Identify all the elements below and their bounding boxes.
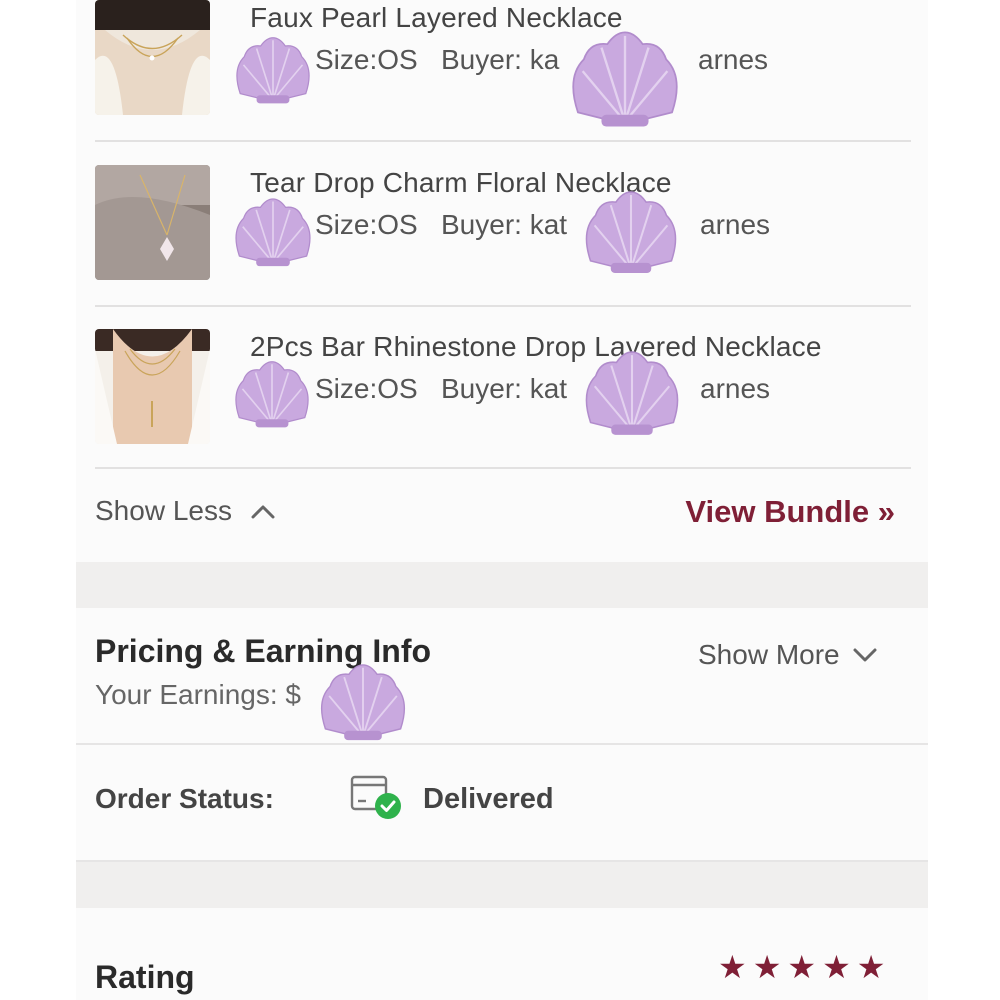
necklace-photo-icon	[95, 165, 210, 280]
necklace-photo-icon	[95, 0, 210, 115]
order-status-value: Delivered	[423, 783, 554, 815]
rating-title: Rating	[95, 959, 195, 995]
shell-sticker-icon	[572, 31, 678, 127]
item-size: Size:OS	[315, 209, 418, 240]
item-buyer: Buyer: kat	[441, 209, 568, 240]
star-icon: ★	[822, 949, 851, 985]
star-icon: ★	[856, 949, 886, 985]
item-size: Size:OS	[315, 44, 418, 75]
view-bundle-link[interactable]: View Bundle »	[685, 494, 895, 530]
order-status-label: Order Status:	[95, 783, 274, 814]
divider	[76, 743, 928, 745]
section-gap	[76, 562, 928, 608]
rating-stars: ★ ★ ★ ★ ★	[718, 951, 885, 983]
show-less-label: Show Less	[95, 495, 232, 526]
item-buyer-tail: arnes	[700, 209, 771, 240]
divider	[76, 860, 928, 862]
shell-sticker-icon	[235, 361, 309, 428]
divider	[95, 140, 911, 142]
item-buyer: Buyer: kat	[441, 373, 568, 404]
chevron-down-icon	[853, 648, 877, 662]
shell-sticker-icon	[585, 351, 679, 435]
necklace-photo-icon	[95, 329, 210, 444]
list-item[interactable]: Faux Pearl Layered Necklace Size:OS Buye…	[95, 0, 911, 162]
item-title[interactable]: 2Pcs Bar Rhinestone Drop Layered Necklac…	[250, 331, 822, 363]
show-more-label: Show More	[698, 639, 840, 670]
item-buyer: Buyer: ka	[441, 44, 560, 75]
item-size: Size:OS	[315, 373, 418, 404]
package-delivered-icon	[350, 775, 401, 819]
star-icon: ★	[787, 949, 817, 985]
show-more-button[interactable]: Show More	[698, 639, 878, 671]
shell-sticker-icon	[585, 191, 677, 273]
shell-sticker-icon	[235, 198, 311, 267]
item-buyer-tail: arnes	[700, 373, 771, 404]
star-icon: ★	[752, 949, 782, 985]
show-less-button[interactable]: Show Less	[95, 495, 276, 527]
item-buyer-tail: arnes	[698, 44, 769, 75]
star-icon: ★	[718, 949, 747, 985]
chevron-up-icon	[251, 505, 275, 519]
shell-sticker-icon	[236, 37, 310, 104]
divider	[95, 305, 911, 307]
list-item[interactable]: 2Pcs Bar Rhinestone Drop Layered Necklac…	[95, 329, 911, 491]
divider	[95, 467, 911, 469]
section-gap	[76, 862, 928, 908]
earnings-text: Your Earnings: $	[95, 679, 301, 710]
list-item[interactable]: Tear Drop Charm Floral Necklace Size:OS …	[95, 165, 911, 327]
shell-sticker-icon	[320, 664, 406, 741]
